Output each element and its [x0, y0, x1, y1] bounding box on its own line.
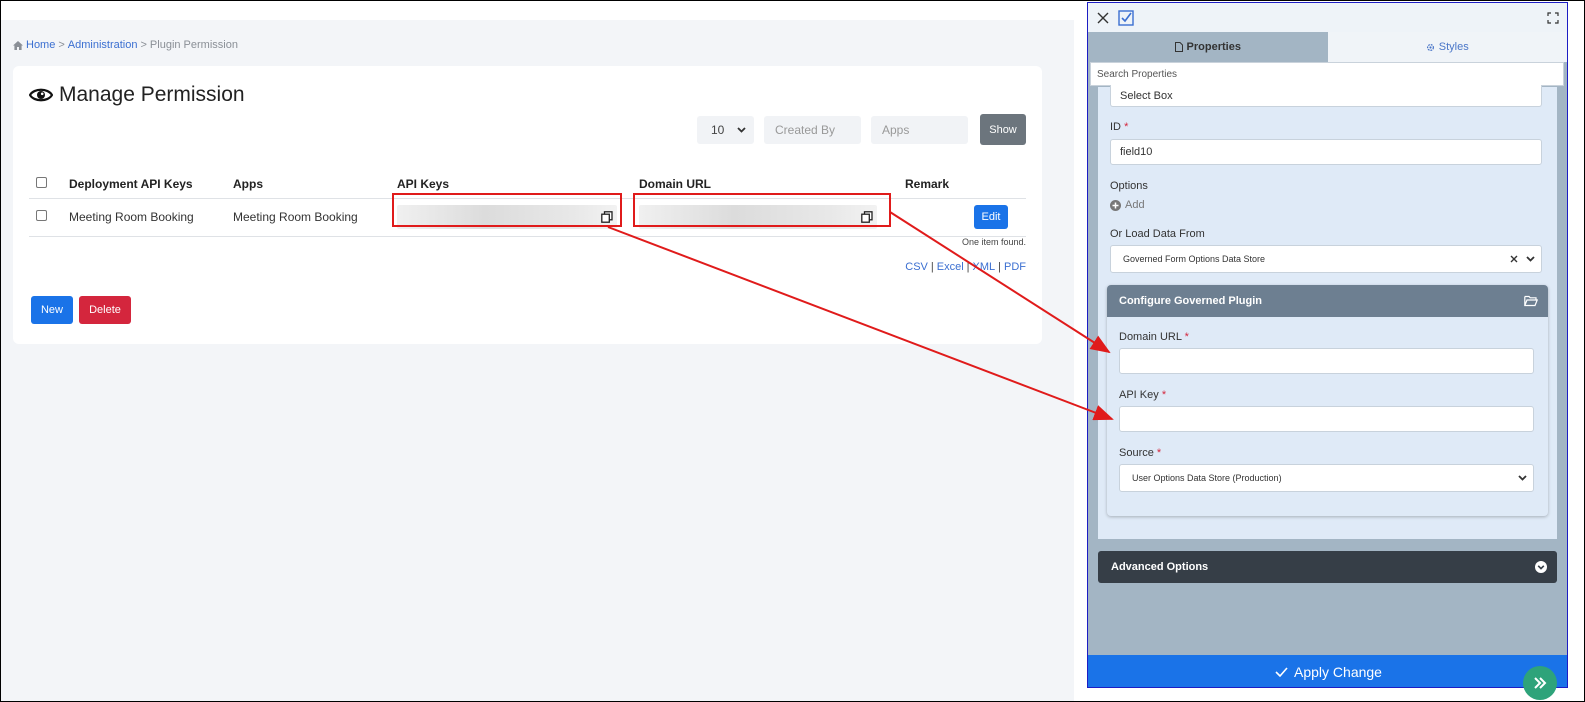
header-apps[interactable]: Apps — [233, 170, 397, 199]
breadcrumb-separator: > — [58, 39, 65, 51]
checkbox-check-icon[interactable] — [1118, 10, 1134, 26]
chevron-circle-down-icon — [1535, 561, 1547, 573]
configure-header: Configure Governed Plugin — [1107, 285, 1548, 317]
page-size-value: 10 — [711, 122, 725, 137]
document-icon — [1174, 42, 1183, 52]
required-mark: * — [1161, 389, 1167, 401]
close-icon[interactable] — [1097, 12, 1109, 24]
home-icon — [13, 40, 23, 50]
label-input[interactable]: Select Box — [1110, 85, 1542, 107]
add-option-label: Add — [1125, 199, 1145, 211]
source-value: User Options Data Store (Production) — [1132, 473, 1282, 483]
source-label: Source * — [1119, 447, 1162, 459]
header-api-keys[interactable]: API Keys — [397, 170, 639, 199]
tab-properties[interactable]: Properties — [1088, 32, 1328, 62]
tab-styles-label: Styles — [1438, 41, 1469, 53]
show-button[interactable]: Show — [980, 114, 1026, 145]
cell-api-key — [397, 198, 639, 237]
api-key-input[interactable] — [1119, 406, 1534, 432]
delete-button[interactable]: Delete — [79, 296, 131, 324]
plus-circle-icon — [1110, 199, 1121, 211]
apply-change-label: Apply Change — [1294, 664, 1382, 680]
select-all-checkbox[interactable] — [36, 176, 47, 188]
properties-body: Select Box ID * field10 Options Add Or L… — [1098, 85, 1557, 539]
panel-toolbar — [1088, 3, 1567, 32]
breadcrumb-home[interactable]: Home — [26, 39, 55, 51]
breadcrumb-administration[interactable]: Administration — [68, 39, 138, 51]
floating-action-button[interactable] — [1523, 666, 1557, 700]
export-pdf-link[interactable]: PDF — [1004, 261, 1026, 273]
chevron-down-icon — [737, 126, 746, 133]
header-deployment-api-keys[interactable]: Deployment API Keys — [69, 170, 233, 199]
tab-properties-label: Properties — [1186, 41, 1241, 53]
breadcrumb-current: Plugin Permission — [149, 39, 238, 51]
required-mark: * — [1156, 447, 1162, 459]
cell-domain-url — [639, 198, 905, 237]
apply-change-button[interactable]: Apply Change — [1088, 655, 1567, 687]
api-key-value-redacted — [397, 205, 617, 229]
panel-tabs: Properties Styles — [1088, 32, 1567, 62]
api-key-label: API Key * — [1119, 389, 1167, 401]
breadcrumb: Home > Administration > Plugin Permissio… — [13, 39, 238, 51]
edit-button[interactable]: Edit — [974, 205, 1008, 229]
app-area: Home > Administration > Plugin Permissio… — [1, 20, 1074, 701]
table-row: Meeting Room Booking Meeting Room Bookin… — [29, 198, 1026, 237]
apps-input[interactable]: Apps — [871, 115, 968, 144]
folder-open-icon[interactable] — [1524, 295, 1538, 307]
breadcrumb-separator: > — [140, 39, 147, 51]
add-option-button[interactable]: Add — [1110, 199, 1145, 211]
id-input[interactable]: field10 — [1110, 139, 1542, 165]
configure-title: Configure Governed Plugin — [1119, 295, 1263, 307]
permission-table: Deployment API Keys Apps API Keys Domain… — [29, 170, 1026, 237]
page-title: Manage Permission — [29, 83, 245, 107]
chevron-down-icon — [1526, 256, 1535, 262]
load-from-value: Governed Form Options Data Store — [1123, 254, 1266, 264]
domain-url-value-redacted — [639, 205, 877, 229]
export-csv-link[interactable]: CSV — [905, 261, 928, 273]
page-title-text: Manage Permission — [59, 83, 245, 106]
header-remark[interactable]: Remark — [905, 170, 1026, 199]
created-by-input[interactable]: Created By — [764, 115, 861, 144]
advanced-options-label: Advanced Options — [1111, 561, 1209, 573]
search-properties-input[interactable]: Search Properties — [1090, 62, 1564, 86]
copy-icon[interactable] — [601, 211, 613, 223]
domain-url-label: Domain URL * — [1119, 331, 1189, 343]
clear-icon[interactable] — [1510, 255, 1518, 263]
id-label: ID * — [1110, 121, 1129, 133]
domain-url-input[interactable] — [1119, 348, 1534, 374]
export-links: CSV | Excel | XML | PDF — [905, 261, 1026, 273]
new-button[interactable]: New — [31, 296, 73, 324]
permission-card: Manage Permission 10 Created By Apps Sho… — [13, 66, 1042, 344]
export-excel-link[interactable]: Excel — [937, 261, 964, 273]
cell-remark: Edit — [905, 198, 1026, 237]
configure-governed-plugin: Configure Governed Plugin Domain URL * A… — [1107, 285, 1548, 516]
gear-icon — [1426, 43, 1434, 51]
options-label: Options — [1110, 180, 1148, 192]
tab-styles[interactable]: Styles — [1327, 32, 1567, 62]
row-checkbox-cell — [29, 198, 69, 237]
copy-icon[interactable] — [861, 211, 873, 223]
properties-panel: Properties Styles Search Properties Sele… — [1087, 2, 1568, 688]
filter-bar: 10 Created By Apps Show — [697, 114, 1026, 145]
result-count: One item found. — [961, 237, 1026, 247]
table-header-row: Deployment API Keys Apps API Keys Domain… — [29, 170, 1026, 199]
source-select[interactable]: User Options Data Store (Production) — [1119, 464, 1534, 492]
cell-app: Meeting Room Booking — [233, 198, 397, 237]
eye-icon — [29, 88, 53, 102]
expand-icon[interactable] — [1547, 12, 1559, 24]
load-from-label: Or Load Data From — [1110, 228, 1205, 240]
header-domain-url[interactable]: Domain URL — [639, 170, 905, 199]
select-all-cell — [29, 170, 69, 199]
double-chevron-right-icon — [1534, 677, 1547, 689]
advanced-options-toggle[interactable]: Advanced Options — [1098, 551, 1557, 583]
load-from-select[interactable]: Governed Form Options Data Store — [1110, 245, 1542, 273]
row-checkbox[interactable] — [36, 210, 47, 221]
chevron-down-icon — [1518, 475, 1527, 481]
required-mark: * — [1184, 331, 1189, 343]
export-xml-link[interactable]: XML — [973, 261, 996, 273]
page-size-select[interactable]: 10 — [697, 115, 754, 144]
required-mark: * — [1124, 121, 1129, 133]
cell-deployment-api-key: Meeting Room Booking — [69, 198, 233, 237]
check-icon — [1275, 667, 1288, 677]
